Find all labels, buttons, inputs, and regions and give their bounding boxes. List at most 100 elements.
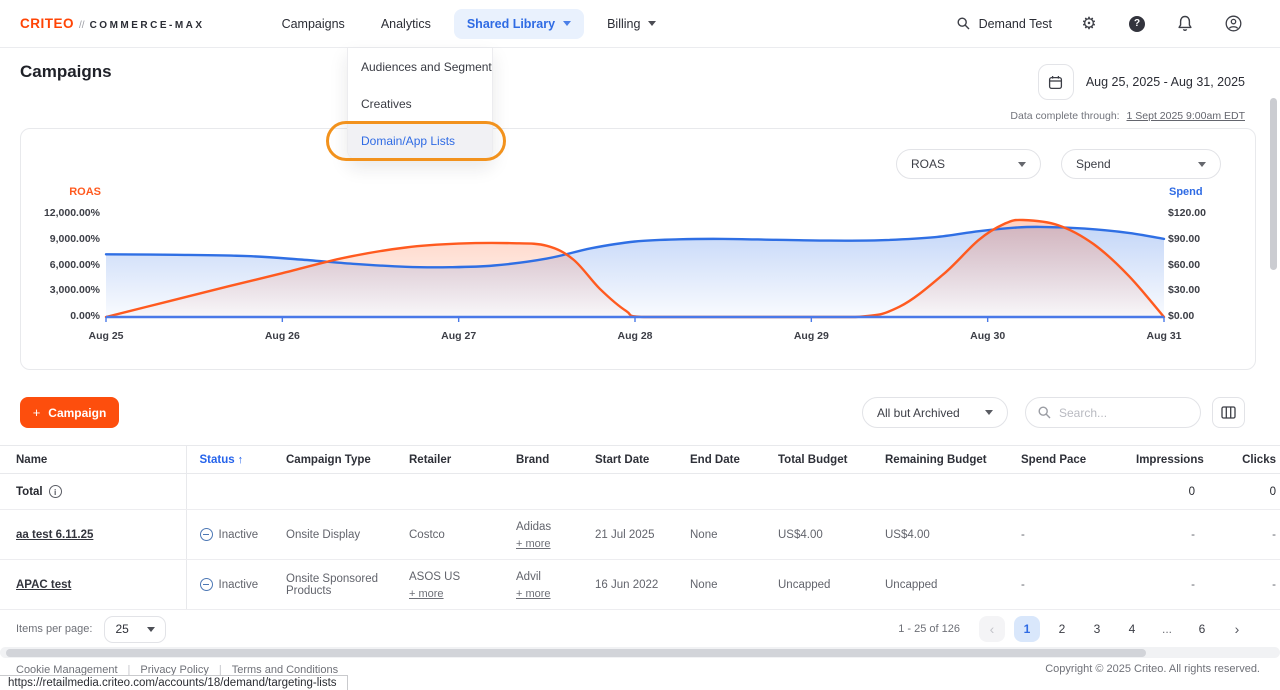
column-header-brand[interactable]: Brand [503, 446, 582, 474]
column-header-retailer[interactable]: Retailer [396, 446, 503, 474]
items-per-page-select[interactable]: 25 [104, 616, 166, 643]
pagination-page-3[interactable]: 3 [1084, 616, 1110, 642]
column-header-remaining-budget[interactable]: Remaining Budget [872, 446, 1008, 474]
axis-tick-label: $30.00 [1168, 284, 1200, 296]
campaign-name-link[interactable]: aa test 6.11.25 [16, 529, 93, 541]
chevron-down-icon [648, 21, 656, 26]
right-metric-value: Spend [1076, 157, 1111, 171]
account-switcher[interactable]: Demand Test [957, 17, 1052, 31]
settings-button[interactable]: ⚙ [1078, 13, 1100, 35]
criteo-logo[interactable]: CRITEO // COMMERCE-MAX [20, 16, 205, 31]
items-per-page-value: 25 [115, 622, 128, 636]
search-input[interactable] [1059, 406, 1179, 420]
nav-item-shared-library[interactable]: Shared Library [454, 9, 584, 39]
calendar-icon [1048, 75, 1063, 90]
nav-item-label: Campaigns [282, 17, 345, 31]
axis-tick-label: 0.00% [21, 310, 100, 322]
app-window: CRITEO // COMMERCE-MAX Campaigns Analytic… [0, 0, 1280, 690]
table-header-row: Name Status↑ Campaign Type Retailer Bran… [0, 446, 1280, 474]
help-icon: ? [1129, 16, 1145, 32]
pagination-page-1[interactable]: 1 [1014, 616, 1040, 642]
axis-tick-label: $90.00 [1168, 233, 1200, 245]
bell-icon [1177, 15, 1193, 32]
x-axis-label: Aug 26 [265, 330, 300, 342]
impressions-cell: - [1123, 510, 1209, 560]
column-header-end-date[interactable]: End Date [677, 446, 765, 474]
retailer-cell: Costco [396, 510, 503, 560]
vertical-scrollbar-thumb[interactable] [1270, 98, 1277, 270]
inactive-status-icon [200, 528, 213, 541]
calendar-button[interactable] [1038, 64, 1074, 100]
pagination-controls: 1 - 25 of 126 ‹ 1234...6 › [898, 616, 1250, 642]
horizontal-scrollbar-thumb[interactable] [6, 649, 1146, 657]
inactive-status-icon [200, 578, 213, 591]
data-complete-note: Data complete through: 1 Sept 2025 9:00a… [1010, 110, 1245, 122]
gear-icon: ⚙ [1081, 15, 1096, 32]
pagination-page-2[interactable]: 2 [1049, 616, 1075, 642]
retailer-more-link[interactable]: + more [409, 588, 444, 600]
x-axis-label: Aug 28 [617, 330, 652, 342]
campaigns-table: Name Status↑ Campaign Type Retailer Bran… [0, 445, 1280, 610]
x-axis-label: Aug 31 [1146, 330, 1181, 342]
add-campaign-button[interactable]: + Campaign [20, 397, 119, 428]
column-header-name[interactable]: Name [0, 446, 186, 474]
copyright-text: Copyright © 2025 Criteo. All rights rese… [1045, 663, 1260, 675]
status-badge: Inactive [219, 529, 259, 541]
column-header-total-budget[interactable]: Total Budget [765, 446, 872, 474]
x-axis-label: Aug 30 [970, 330, 1005, 342]
data-complete-label: Data complete through: [1010, 110, 1119, 122]
nav-item-billing[interactable]: Billing [594, 9, 669, 39]
right-metric-select[interactable]: Spend [1061, 149, 1221, 179]
page-title: Campaigns [20, 62, 112, 82]
horizontal-scrollbar[interactable] [0, 647, 1280, 658]
brand-cell: Advil [516, 569, 582, 586]
spend-pace-cell: - [1008, 510, 1123, 560]
campaign-name-link[interactable]: APAC test [16, 579, 71, 591]
pagination-next-button[interactable]: › [1224, 616, 1250, 642]
brand-more-link[interactable]: + more [516, 538, 551, 550]
data-complete-link[interactable]: 1 Sept 2025 9:00am EDT [1127, 110, 1246, 122]
pagination-prev-button[interactable]: ‹ [979, 616, 1005, 642]
nav-item-analytics[interactable]: Analytics [368, 9, 444, 39]
help-button[interactable]: ? [1126, 13, 1148, 35]
performance-chart-card: ROAS Spend 12,000.00%9,000.00%6,000.00%3… [20, 128, 1256, 370]
axis-tick-label: 6,000.00% [21, 259, 100, 271]
pagination-bar: Items per page: 25 1 - 25 of 126 ‹ 1234.… [0, 611, 1280, 647]
chevron-down-icon [985, 410, 993, 415]
date-range-value[interactable]: Aug 25, 2025 - Aug 31, 2025 [1086, 75, 1245, 89]
remaining-budget-cell: US$4.00 [872, 510, 1008, 560]
column-header-clicks[interactable]: Clicks [1209, 446, 1280, 474]
column-settings-button[interactable] [1212, 397, 1245, 428]
x-axis-label: Aug 25 [88, 330, 123, 342]
menu-item-domain-app-lists[interactable]: Domain/App Lists [348, 122, 492, 159]
menu-item-creatives[interactable]: Creatives [348, 85, 492, 122]
items-per-page-label: Items per page: [16, 623, 92, 635]
end-date-cell: None [677, 560, 765, 610]
left-metric-select[interactable]: ROAS [896, 149, 1041, 179]
total-clicks: 0 [1209, 474, 1280, 510]
pagination-page-4[interactable]: 4 [1119, 616, 1145, 642]
profile-button[interactable] [1222, 13, 1244, 35]
remaining-budget-cell: Uncapped [872, 560, 1008, 610]
clicks-cell: - [1209, 510, 1280, 560]
plus-icon: + [33, 405, 41, 420]
brand-more-link[interactable]: + more [516, 588, 551, 600]
pagination-ellipsis: ... [1154, 616, 1180, 642]
nav-item-campaigns[interactable]: Campaigns [269, 9, 358, 39]
axis-tick-label: $120.00 [1168, 207, 1206, 219]
column-header-status[interactable]: Status↑ [186, 446, 273, 474]
status-badge: Inactive [219, 579, 259, 591]
axis-tick-label: 3,000.00% [21, 284, 100, 296]
status-filter-select[interactable]: All but Archived [862, 397, 1008, 428]
axis-tick-label: $60.00 [1168, 259, 1200, 271]
info-icon[interactable]: i [49, 485, 62, 498]
pagination-page-6[interactable]: 6 [1189, 616, 1215, 642]
column-header-start-date[interactable]: Start Date [582, 446, 677, 474]
campaign-type-cell: Onsite Sponsored Products [273, 560, 396, 610]
column-header-spend-pace[interactable]: Spend Pace [1008, 446, 1123, 474]
column-header-campaign-type[interactable]: Campaign Type [273, 446, 396, 474]
search-icon [1038, 406, 1051, 419]
menu-item-audiences-and-segments[interactable]: Audiences and Segments [348, 48, 492, 85]
notifications-button[interactable] [1174, 13, 1196, 35]
column-header-impressions[interactable]: Impressions [1123, 446, 1209, 474]
